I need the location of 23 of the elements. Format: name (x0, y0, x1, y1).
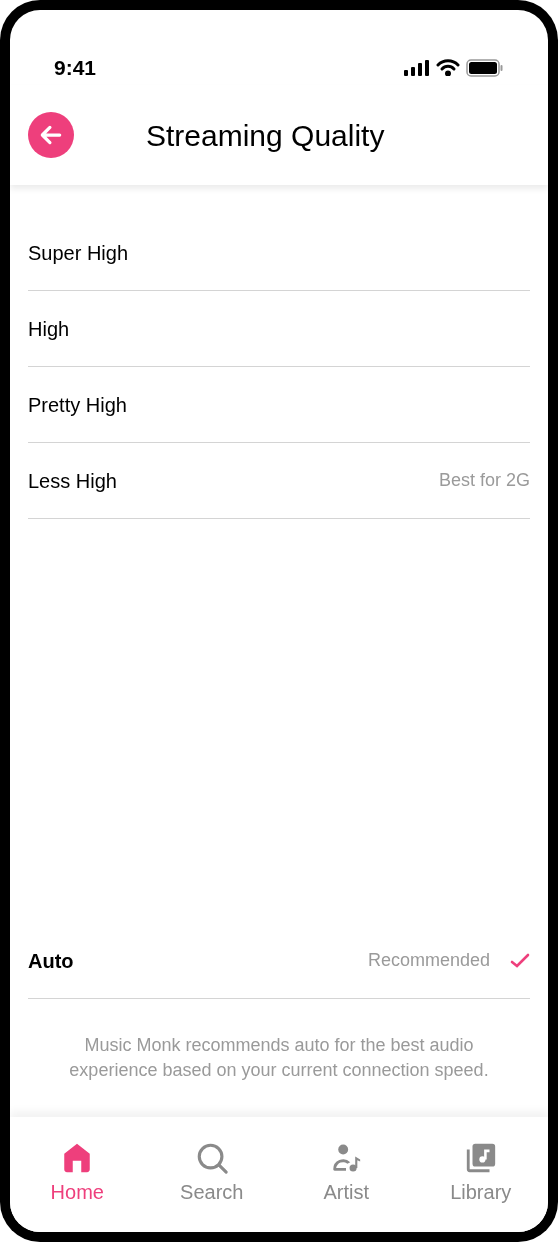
signal-icon (404, 59, 430, 76)
back-button[interactable] (28, 112, 74, 158)
checkmark-icon (510, 952, 530, 969)
option-label: Less High (28, 468, 117, 494)
nav-tab[interactable]: Home (27, 1141, 128, 1207)
battery-icon (466, 58, 504, 77)
option-label: Pretty High (28, 392, 127, 418)
nav-tab[interactable]: Library (430, 1141, 531, 1207)
option-note: Best for 2G (438, 469, 530, 492)
option-label: High (28, 316, 70, 342)
option-note: Recommended (367, 949, 490, 972)
wifi-icon (436, 59, 460, 76)
description-text: Music Monk recommends auto for the best audio experience based on your current connection speed. (68, 1034, 490, 1082)
quality-option[interactable]: Pretty High (28, 367, 530, 443)
status-time: 9:41 (54, 54, 97, 81)
quality-option[interactable]: High (28, 291, 530, 367)
quality-option[interactable]: Super High (28, 215, 530, 291)
quality-option[interactable]: Less High Best for 2G (28, 443, 530, 519)
quality-option[interactable]: Auto Recommended (28, 923, 530, 999)
nav-tab[interactable]: Artist (296, 1141, 397, 1207)
screen-title: Streaming Quality (146, 117, 385, 154)
option-label: Auto (28, 948, 74, 974)
option-label: Super High (28, 240, 129, 266)
